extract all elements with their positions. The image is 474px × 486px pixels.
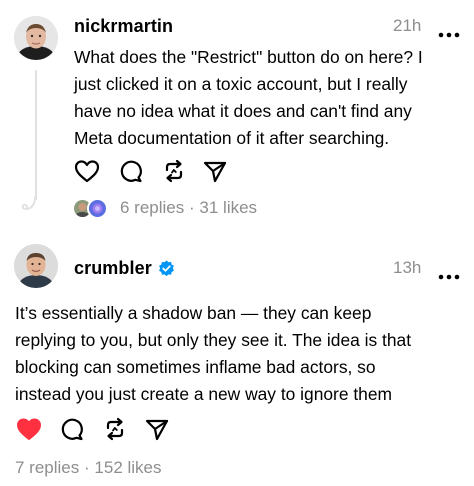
thread-post: crumbler 13h It’s essentially a shadow b… <box>0 236 474 486</box>
post-text-line: What does the "Restrict" button do on he… <box>74 47 423 67</box>
post-text: It’s essentially a shadow ban — they can… <box>15 300 465 408</box>
send-paper-plane-icon <box>145 419 169 441</box>
like-button[interactable] <box>72 156 102 186</box>
share-button[interactable] <box>200 156 230 186</box>
replier-avatars <box>72 198 112 220</box>
comment-bubble-icon <box>61 418 83 441</box>
thread-post: nickrmartin 21h What does the "Restrict"… <box>0 0 474 236</box>
likes-count[interactable]: 31 likes <box>199 198 257 217</box>
thread-curl-icon <box>20 196 38 214</box>
post-text-line: just clicked it on a toxic account, but … <box>74 74 408 94</box>
timestamp: 13h <box>393 258 422 277</box>
repost-button[interactable] <box>100 414 130 444</box>
stats-separator: · <box>189 198 195 217</box>
send-paper-plane-icon <box>203 161 227 183</box>
post-text-line: have no idea what it does and can't find… <box>74 101 412 121</box>
comment-bubble-icon <box>120 160 142 183</box>
repost-arrows-icon <box>106 417 124 441</box>
replies-count[interactable]: 7 replies <box>15 458 79 477</box>
post-text-line: instead you just create a new way to ign… <box>15 384 393 404</box>
replies-count[interactable]: 6 replies <box>120 198 184 217</box>
reply-button[interactable] <box>57 414 87 444</box>
stats-separator: · <box>84 458 90 477</box>
avatar[interactable] <box>14 244 58 288</box>
post-stats: 6 replies · 31 likes <box>120 198 257 218</box>
repost-button[interactable] <box>159 156 189 186</box>
more-horizontal-icon[interactable] <box>438 25 460 38</box>
post-stats: 7 replies · 152 likes <box>15 458 162 478</box>
post-text: What does the "Restrict" button do on he… <box>74 44 466 152</box>
replier-avatar <box>87 198 108 219</box>
username[interactable]: nickrmartin <box>74 16 173 37</box>
post-text-line: It’s essentially a shadow ban — they can… <box>15 303 372 323</box>
post-text-line: Meta documentation of it after searching… <box>74 128 390 148</box>
post-text-line: replying to you, but only they see it. T… <box>15 330 412 350</box>
heart-icon <box>74 160 100 183</box>
likes-count[interactable]: 152 likes <box>94 458 161 477</box>
thread-line <box>35 70 37 200</box>
username[interactable]: crumbler <box>74 258 152 279</box>
timestamp: 21h <box>393 16 422 35</box>
share-button[interactable] <box>142 414 172 444</box>
avatar[interactable] <box>14 16 58 60</box>
heart-icon <box>17 418 41 440</box>
repost-arrows-icon <box>165 159 183 183</box>
verified-badge-icon <box>158 260 175 277</box>
reply-button[interactable] <box>116 156 146 186</box>
like-button[interactable] <box>14 414 44 444</box>
post-text-line: blocking can sometimes inflame bad actor… <box>15 357 376 377</box>
more-horizontal-icon[interactable] <box>438 267 460 280</box>
